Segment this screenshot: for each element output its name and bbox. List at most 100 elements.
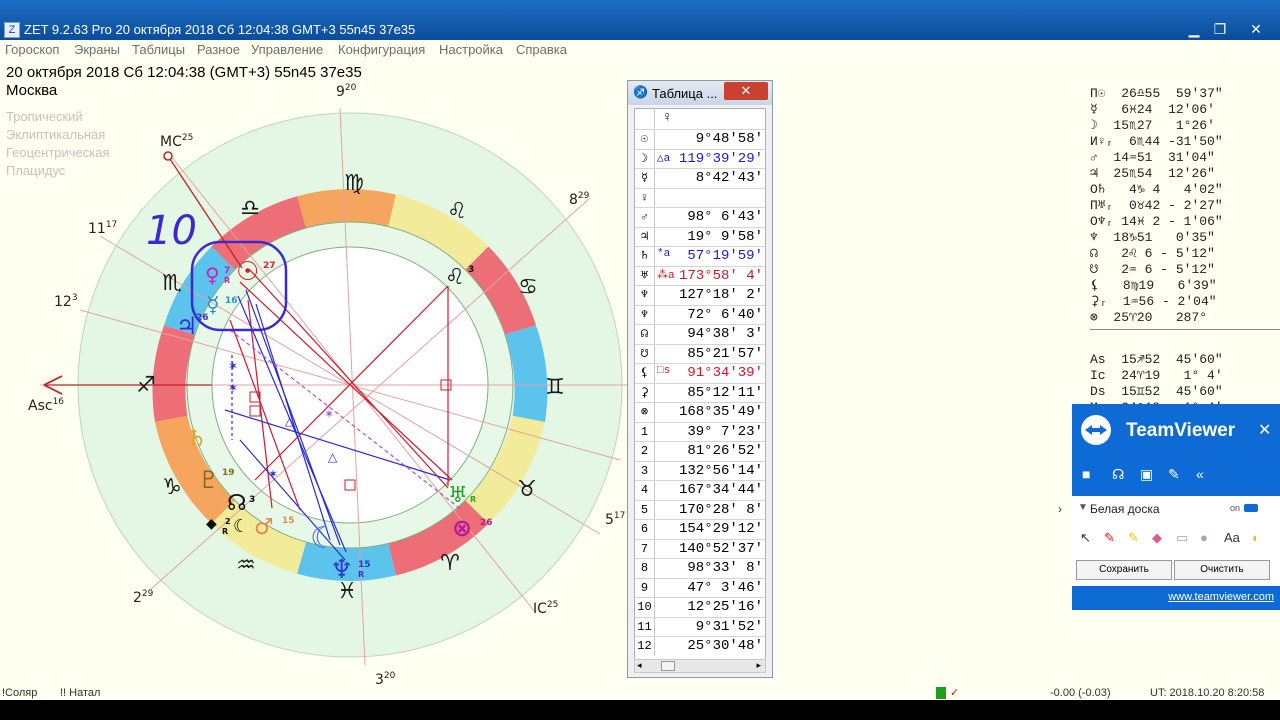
minimize-button[interactable]: ▁	[1180, 20, 1208, 38]
table-row[interactable]: ⚳ 85°12'11'	[635, 382, 765, 403]
row-value: 98° 6'43'	[687, 209, 763, 225]
table-window-close-button[interactable]: ✕	[724, 82, 768, 100]
table-row[interactable]: ♆ 72° 6'40'	[635, 304, 765, 325]
position-row: П♅ᵣ 0♉42 - 2'27"	[1090, 198, 1223, 213]
position-row: ⚸ 8♍19 6'39"	[1090, 278, 1217, 293]
position-row: Ds 15♊52 45'60"	[1090, 384, 1223, 399]
menu-screens[interactable]: Экраны	[74, 42, 120, 57]
mode-solar[interactable]: !Соляр	[2, 687, 37, 699]
row-value: 154°29'12'	[678, 521, 763, 537]
table-row[interactable]: ☽ △a 119°39'29'	[635, 148, 765, 169]
table-row[interactable]: ⊗ 168°35'49'	[635, 402, 765, 422]
pointer-tool-icon[interactable]: ↖	[1080, 530, 1091, 546]
table-row[interactable]: ♆ 127°18' 2'	[635, 285, 765, 305]
marker-tool-icon[interactable]: ◐	[1252, 530, 1260, 545]
table-row[interactable]: 4 167°34'44'	[635, 480, 765, 500]
video-icon[interactable]: ■	[1082, 466, 1090, 482]
venus-icon: ♀	[205, 263, 220, 287]
annotation-number: 10	[146, 208, 197, 254]
table-row[interactable]: 8 98°33' 8'	[635, 558, 765, 578]
moon-icon: ☾	[310, 521, 337, 556]
svg-text:R: R	[224, 276, 230, 285]
table-window[interactable]: ♐ Таблица ... ✕ ♀ ☉ 9°48'58' ☽ △a 119°39'29'…	[627, 80, 773, 678]
whiteboard-toggle[interactable]	[1244, 504, 1258, 512]
table-row[interactable]: ☉ 9°48'58'	[635, 129, 765, 149]
chat-icon[interactable]: ▣	[1140, 466, 1153, 483]
menu-horoscope[interactable]: Гороскоп	[5, 42, 59, 57]
tools-icon[interactable]: ✎	[1168, 466, 1180, 483]
mc-label: MC25	[160, 133, 193, 150]
menu-tables[interactable]: Таблицы	[132, 42, 185, 57]
table-row[interactable]: 2 81°26'52'	[635, 441, 765, 461]
row-value: 119°39'29'	[678, 150, 763, 167]
table-row[interactable]: 6 154°29'12'	[635, 519, 765, 539]
position-row: ⚳ᵣ 1♒56 - 2'04"	[1090, 294, 1217, 309]
table-window-titlebar[interactable]: ♐ Таблица ... ✕	[628, 81, 772, 105]
whiteboard-save-button[interactable]: Сохранить	[1076, 560, 1172, 580]
position-row: ♃ 25♏54 12'26"	[1090, 166, 1215, 181]
row-glyph: 10	[635, 598, 655, 617]
table-row[interactable]: ☿ 8°42'43'	[635, 168, 765, 188]
table-row[interactable]: 7 140°52'37'	[635, 538, 765, 559]
whiteboard-label: Белая доска	[1090, 502, 1160, 516]
rectangle-tool-icon[interactable]: ▭	[1176, 530, 1188, 546]
row-glyph: ♅	[635, 266, 655, 286]
table-row[interactable]: ♂ 98° 6'43'	[635, 207, 765, 227]
maximize-button[interactable]: ❐	[1206, 20, 1234, 38]
horoscope-wheel[interactable]: ✶ ✶ ✶ ✶ △ △ ♎ ♏ ♐ ♑ ♒ ♓ ♈ ♉ ♊ ♋ ♌ ♍ 920 …	[0, 60, 627, 686]
position-row: ☋ 2♒ 6 - 5'12"	[1090, 262, 1215, 277]
whiteboard-collapse-icon[interactable]: ▼	[1078, 502, 1088, 513]
scroll-thumb[interactable]	[661, 661, 675, 671]
table-row[interactable]: 11 9°31'52'	[635, 616, 765, 637]
teamviewer-panel[interactable]: TeamViewer ✕ ■ ☊ ▣ ✎ « › ▼ Белая доска o…	[1058, 404, 1280, 610]
table-row[interactable]: ☊ 94°38' 3'	[635, 324, 765, 344]
teamviewer-close-button[interactable]: ✕	[1258, 420, 1271, 440]
text-tool-icon[interactable]: Aa	[1224, 530, 1240, 545]
table-row[interactable]: 3 132°56'14'	[635, 460, 765, 481]
table-row[interactable]: ♀	[635, 187, 765, 208]
table-row[interactable]: 5 170°28' 8'	[635, 499, 765, 520]
jupiter-icon: ♃	[176, 312, 198, 340]
saturn-planet: ♄	[186, 424, 208, 452]
teamviewer-link[interactable]: www.teamviewer.com	[1168, 591, 1274, 603]
table-horizontal-scrollbar[interactable]: ◂ ▸	[634, 659, 766, 673]
mars-icon: ♂	[254, 515, 274, 540]
eraser-tool-icon[interactable]: ◆	[1152, 530, 1162, 546]
audio-icon[interactable]: ☊	[1112, 466, 1124, 483]
app-icon[interactable]: Z	[4, 22, 20, 38]
pen-tool-icon[interactable]: ✎	[1104, 530, 1115, 546]
expand-icon[interactable]: ›	[1058, 502, 1062, 516]
highlighter-tool-icon[interactable]: ✎	[1128, 530, 1139, 546]
row-glyph: 4	[635, 481, 655, 500]
svg-text:15: 15	[282, 516, 295, 526]
list-divider	[1090, 329, 1280, 330]
table-row[interactable]: ♄ *a 57°19'59'	[635, 246, 765, 266]
row-value: 81°26'52'	[687, 443, 763, 459]
close-button[interactable]: ✕	[1242, 20, 1270, 38]
screen-bottom-border	[0, 700, 1280, 720]
menu-help[interactable]: Справка	[516, 42, 567, 57]
table-row[interactable]: 1 39° 7'23'	[635, 421, 765, 442]
table-row[interactable]: 10 12°25'16'	[635, 597, 765, 617]
table-row[interactable]: ☋ 85°21'57'	[635, 343, 765, 364]
scroll-right-icon[interactable]: ▸	[756, 660, 761, 671]
menu-control[interactable]: Управление	[251, 42, 323, 57]
table-row[interactable]: 9 47° 3'46'	[635, 577, 765, 598]
menu-configuration[interactable]: Конфигурация	[338, 42, 425, 57]
cusp-8-label: 829	[569, 191, 590, 208]
row-glyph: ☊	[635, 325, 655, 344]
table-row[interactable]: ♅ ⁂a 173°58' 4'	[635, 265, 765, 286]
table-row[interactable]: 12 25°30'48'	[635, 636, 765, 656]
whiteboard-clear-button[interactable]: Очистить	[1174, 560, 1270, 580]
table-row[interactable]: ♃ 19° 9'58'	[635, 226, 765, 247]
table-row[interactable]: ⚸ □s 91°34'39'	[635, 363, 765, 383]
scroll-left-icon[interactable]: ◂	[637, 660, 642, 671]
check-icon: ✓	[950, 687, 960, 699]
row-glyph: ♆	[635, 286, 655, 305]
menu-misc[interactable]: Разное	[197, 42, 240, 57]
ellipse-tool-icon[interactable]: ●	[1200, 530, 1208, 545]
menu-settings[interactable]: Настройка	[439, 42, 503, 57]
svg-text:3: 3	[468, 265, 474, 275]
mode-natal[interactable]: !! Натал	[60, 687, 100, 699]
collapse-icon[interactable]: «	[1196, 466, 1204, 482]
